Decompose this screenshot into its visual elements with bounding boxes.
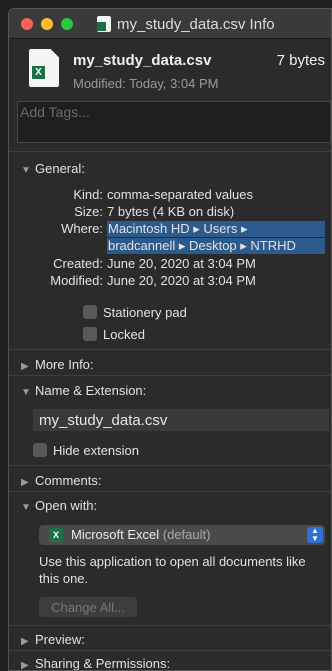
section-name-extension[interactable]: ▼ Name & Extension: <box>21 383 146 398</box>
kind-value: comma-separated values <box>107 187 253 202</box>
divider <box>9 375 331 376</box>
divider <box>9 349 331 350</box>
hide-extension-checkbox[interactable]: Hide extension <box>33 443 139 458</box>
excel-app-icon: X <box>49 528 63 542</box>
kind-row: Kind: comma-separated values <box>9 187 331 204</box>
file-size: 7 bytes <box>276 52 325 69</box>
divider <box>9 491 331 492</box>
divider <box>9 465 331 466</box>
title-bar: my_study_data.csv Info <box>9 9 331 39</box>
disclosure-collapsed-icon: ▶ <box>21 636 29 647</box>
minimize-window-button[interactable] <box>41 18 53 30</box>
disclosure-collapsed-icon: ▶ <box>21 361 29 372</box>
section-title: Preview: <box>35 632 85 647</box>
modified-value: June 20, 2020 at 3:04 PM <box>107 273 256 288</box>
tags-input[interactable] <box>18 102 330 122</box>
disclosure-expanded-icon: ▼ <box>21 502 31 513</box>
disclosure-expanded-icon: ▼ <box>21 387 31 398</box>
tags-field[interactable] <box>17 101 331 143</box>
chevron-updown-icon[interactable]: ▲ ▼ <box>307 527 323 543</box>
section-title: Name & Extension: <box>35 383 147 398</box>
file-name: my_study_data.csv <box>73 52 212 69</box>
created-label: Created: <box>53 256 103 271</box>
modified-row: Modified: June 20, 2020 at 3:04 PM <box>9 273 331 290</box>
info-window: my_study_data.csv Info X my_study_data.c… <box>8 8 332 671</box>
section-title: Comments: <box>35 473 102 488</box>
where-path-line1[interactable]: Macintosh HD ▸ Users ▸ <box>107 221 325 237</box>
change-all-button[interactable]: Change All... <box>39 597 137 617</box>
section-more-info[interactable]: ▶ More Info: <box>21 357 94 372</box>
size-label: Size: <box>74 204 103 219</box>
modified-label: Modified: <box>50 273 103 288</box>
where-path-line2[interactable]: bradcannell ▸ Desktop ▸ NTRHD <box>107 238 325 254</box>
file-header: X my_study_data.csv 7 bytes Modified: To… <box>9 39 331 101</box>
filename-field[interactable] <box>33 409 329 431</box>
where-row-2: bradcannell ▸ Desktop ▸ NTRHD <box>9 238 331 255</box>
kind-label: Kind: <box>73 187 103 202</box>
section-preview[interactable]: ▶ Preview: <box>21 632 85 647</box>
section-comments[interactable]: ▶ Comments: <box>21 473 101 488</box>
section-title: Sharing & Permissions: <box>35 656 171 671</box>
checkbox-box[interactable] <box>83 305 97 319</box>
stationery-pad-label: Stationery pad <box>103 305 187 320</box>
section-title: Open with: <box>35 498 98 513</box>
close-window-button[interactable] <box>21 18 33 30</box>
stationery-pad-checkbox[interactable]: Stationery pad <box>83 305 187 320</box>
size-value: 7 bytes (4 KB on disk) <box>107 204 235 219</box>
section-sharing-permissions[interactable]: ▶ Sharing & Permissions: <box>21 656 171 671</box>
app-default-tag: (default) <box>162 527 211 542</box>
locked-label: Locked <box>103 327 145 342</box>
locked-checkbox[interactable]: Locked <box>83 327 145 342</box>
created-row: Created: June 20, 2020 at 3:04 PM <box>9 256 331 273</box>
where-row: Where: Macintosh HD ▸ Users ▸ <box>9 221 331 238</box>
section-title: General: <box>35 161 85 176</box>
file-modified: Modified: Today, 3:04 PM <box>73 76 219 91</box>
hide-extension-label: Hide extension <box>53 443 139 458</box>
section-title: More Info: <box>35 357 94 372</box>
created-value: June 20, 2020 at 3:04 PM <box>107 256 256 271</box>
section-open-with[interactable]: ▼ Open with: <box>21 498 97 513</box>
where-label: Where: <box>61 221 103 236</box>
checkbox-box[interactable] <box>33 443 47 457</box>
open-with-help-text: Use this application to open all documen… <box>39 554 306 586</box>
disclosure-expanded-icon: ▼ <box>21 165 31 176</box>
disclosure-collapsed-icon: ▶ <box>21 477 29 488</box>
section-general[interactable]: ▼ General: <box>21 161 85 176</box>
divider <box>9 625 331 626</box>
size-row: Size: 7 bytes (4 KB on disk) <box>9 204 331 221</box>
excel-file-icon: X <box>29 49 59 87</box>
disclosure-collapsed-icon: ▶ <box>21 660 29 671</box>
window-title: my_study_data.csv Info <box>117 16 275 33</box>
checkbox-box[interactable] <box>83 327 97 341</box>
divider <box>9 650 331 651</box>
open-with-app-select[interactable]: X Microsoft Excel (default) ▲ ▼ <box>39 525 325 545</box>
zoom-window-button[interactable] <box>61 18 73 30</box>
divider <box>9 151 331 152</box>
excel-file-title-icon <box>97 16 111 32</box>
app-name: Microsoft Excel <box>71 527 160 542</box>
